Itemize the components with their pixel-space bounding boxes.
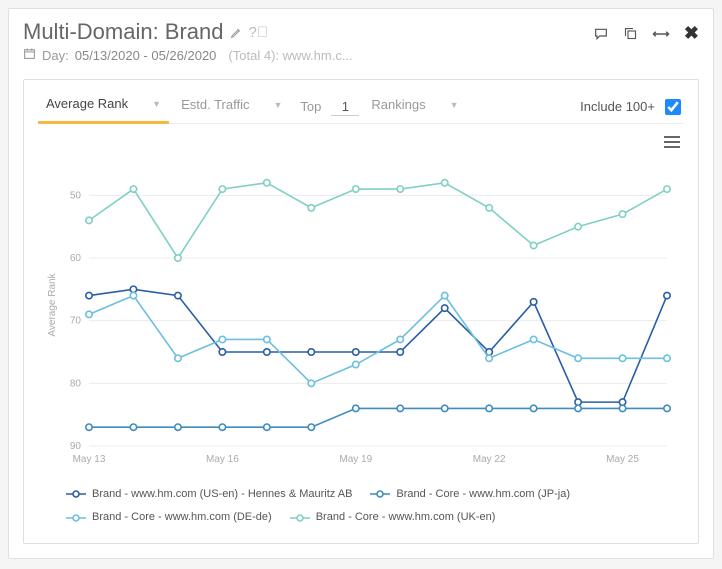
date-subheader: Day: 05/13/2020 - 05/26/2020 (Total 4): … <box>23 47 699 63</box>
date-range[interactable]: 05/13/2020 - 05/26/2020 <box>75 48 217 63</box>
svg-text:May 25: May 25 <box>606 454 639 465</box>
tab-estd-traffic[interactable]: Estd. Traffic ▼ <box>173 91 290 122</box>
tab-rankings[interactable]: Rankings ▼ <box>363 91 466 122</box>
svg-text:May 16: May 16 <box>206 454 239 465</box>
legend-label: Brand - www.hm.com (US-en) - Hennes & Ma… <box>92 484 352 505</box>
legend-swatch <box>66 489 86 499</box>
legend-label: Brand - Core - www.hm.com (JP-ja) <box>396 484 570 505</box>
svg-text:Average Rank: Average Rank <box>47 272 58 336</box>
chart-menu-icon[interactable] <box>664 136 680 148</box>
report-panel: Multi-Domain: Brand ?⃝ ✖ Day: 05/13/2020 <box>8 8 714 559</box>
chevron-down-icon: ▼ <box>450 100 459 110</box>
svg-text:May 13: May 13 <box>73 454 106 465</box>
close-icon[interactable]: ✖ <box>684 23 699 44</box>
tab-average-rank[interactable]: Average Rank ▼ <box>38 90 169 124</box>
move-icon[interactable] <box>652 28 670 40</box>
edit-icon[interactable] <box>230 26 243 39</box>
top-n-input[interactable] <box>331 98 359 116</box>
tab-label: Average Rank <box>46 96 128 111</box>
legend-item[interactable]: Brand - www.hm.com (US-en) - Hennes & Ma… <box>66 484 352 505</box>
legend-item[interactable]: Brand - Core - www.hm.com (DE-de) <box>66 507 272 528</box>
chart-legend: Brand - www.hm.com (US-en) - Hennes & Ma… <box>24 480 698 543</box>
comment-icon[interactable] <box>593 26 609 42</box>
help-icon[interactable]: ?⃝ <box>249 24 269 41</box>
chevron-down-icon: ▼ <box>152 99 161 109</box>
legend-label: Brand - Core - www.hm.com (UK-en) <box>316 507 496 528</box>
legend-swatch <box>370 489 390 499</box>
calendar-icon <box>23 47 36 63</box>
page-title: Multi-Domain: Brand <box>23 19 224 45</box>
svg-text:May 22: May 22 <box>473 454 506 465</box>
svg-text:80: 80 <box>70 378 82 389</box>
panel-header: Multi-Domain: Brand ?⃝ ✖ Day: 05/13/2020 <box>9 9 713 69</box>
chart-area: 50 60 70 80 90 May 13 May 16 May 19 May 22 May 25… <box>24 124 698 480</box>
tab-label: Estd. Traffic <box>181 97 249 112</box>
include-100-toggle[interactable]: Include 100+ <box>580 96 684 118</box>
svg-text:60: 60 <box>70 253 82 264</box>
legend-item[interactable]: Brand - Core - www.hm.com (JP-ja) <box>370 484 570 505</box>
legend-item[interactable]: Brand - Core - www.hm.com (UK-en) <box>290 507 496 528</box>
svg-text:70: 70 <box>70 316 82 327</box>
svg-text:50: 50 <box>70 190 82 201</box>
metric-tabs: Average Rank ▼ Estd. Traffic ▼ Top Ranki… <box>24 80 698 123</box>
tab-label: Rankings <box>371 97 425 112</box>
include-label: Include 100+ <box>580 99 655 114</box>
top-label: Top <box>294 99 327 114</box>
date-prefix: Day: <box>42 48 69 63</box>
copy-icon[interactable] <box>623 26 638 41</box>
legend-swatch <box>66 513 86 523</box>
svg-text:May 19: May 19 <box>339 454 372 465</box>
chart-card: Average Rank ▼ Estd. Traffic ▼ Top Ranki… <box>23 79 699 544</box>
include-checkbox[interactable] <box>665 99 681 115</box>
total-text: (Total 4): www.hm.c... <box>228 48 352 63</box>
rank-line-chart: 50 60 70 80 90 May 13 May 16 May 19 May 22 May 25… <box>41 134 681 474</box>
svg-text:90: 90 <box>70 441 82 452</box>
legend-label: Brand - Core - www.hm.com (DE-de) <box>92 507 272 528</box>
chevron-down-icon: ▼ <box>273 100 282 110</box>
legend-swatch <box>290 513 310 523</box>
header-actions: ✖ <box>593 23 699 44</box>
